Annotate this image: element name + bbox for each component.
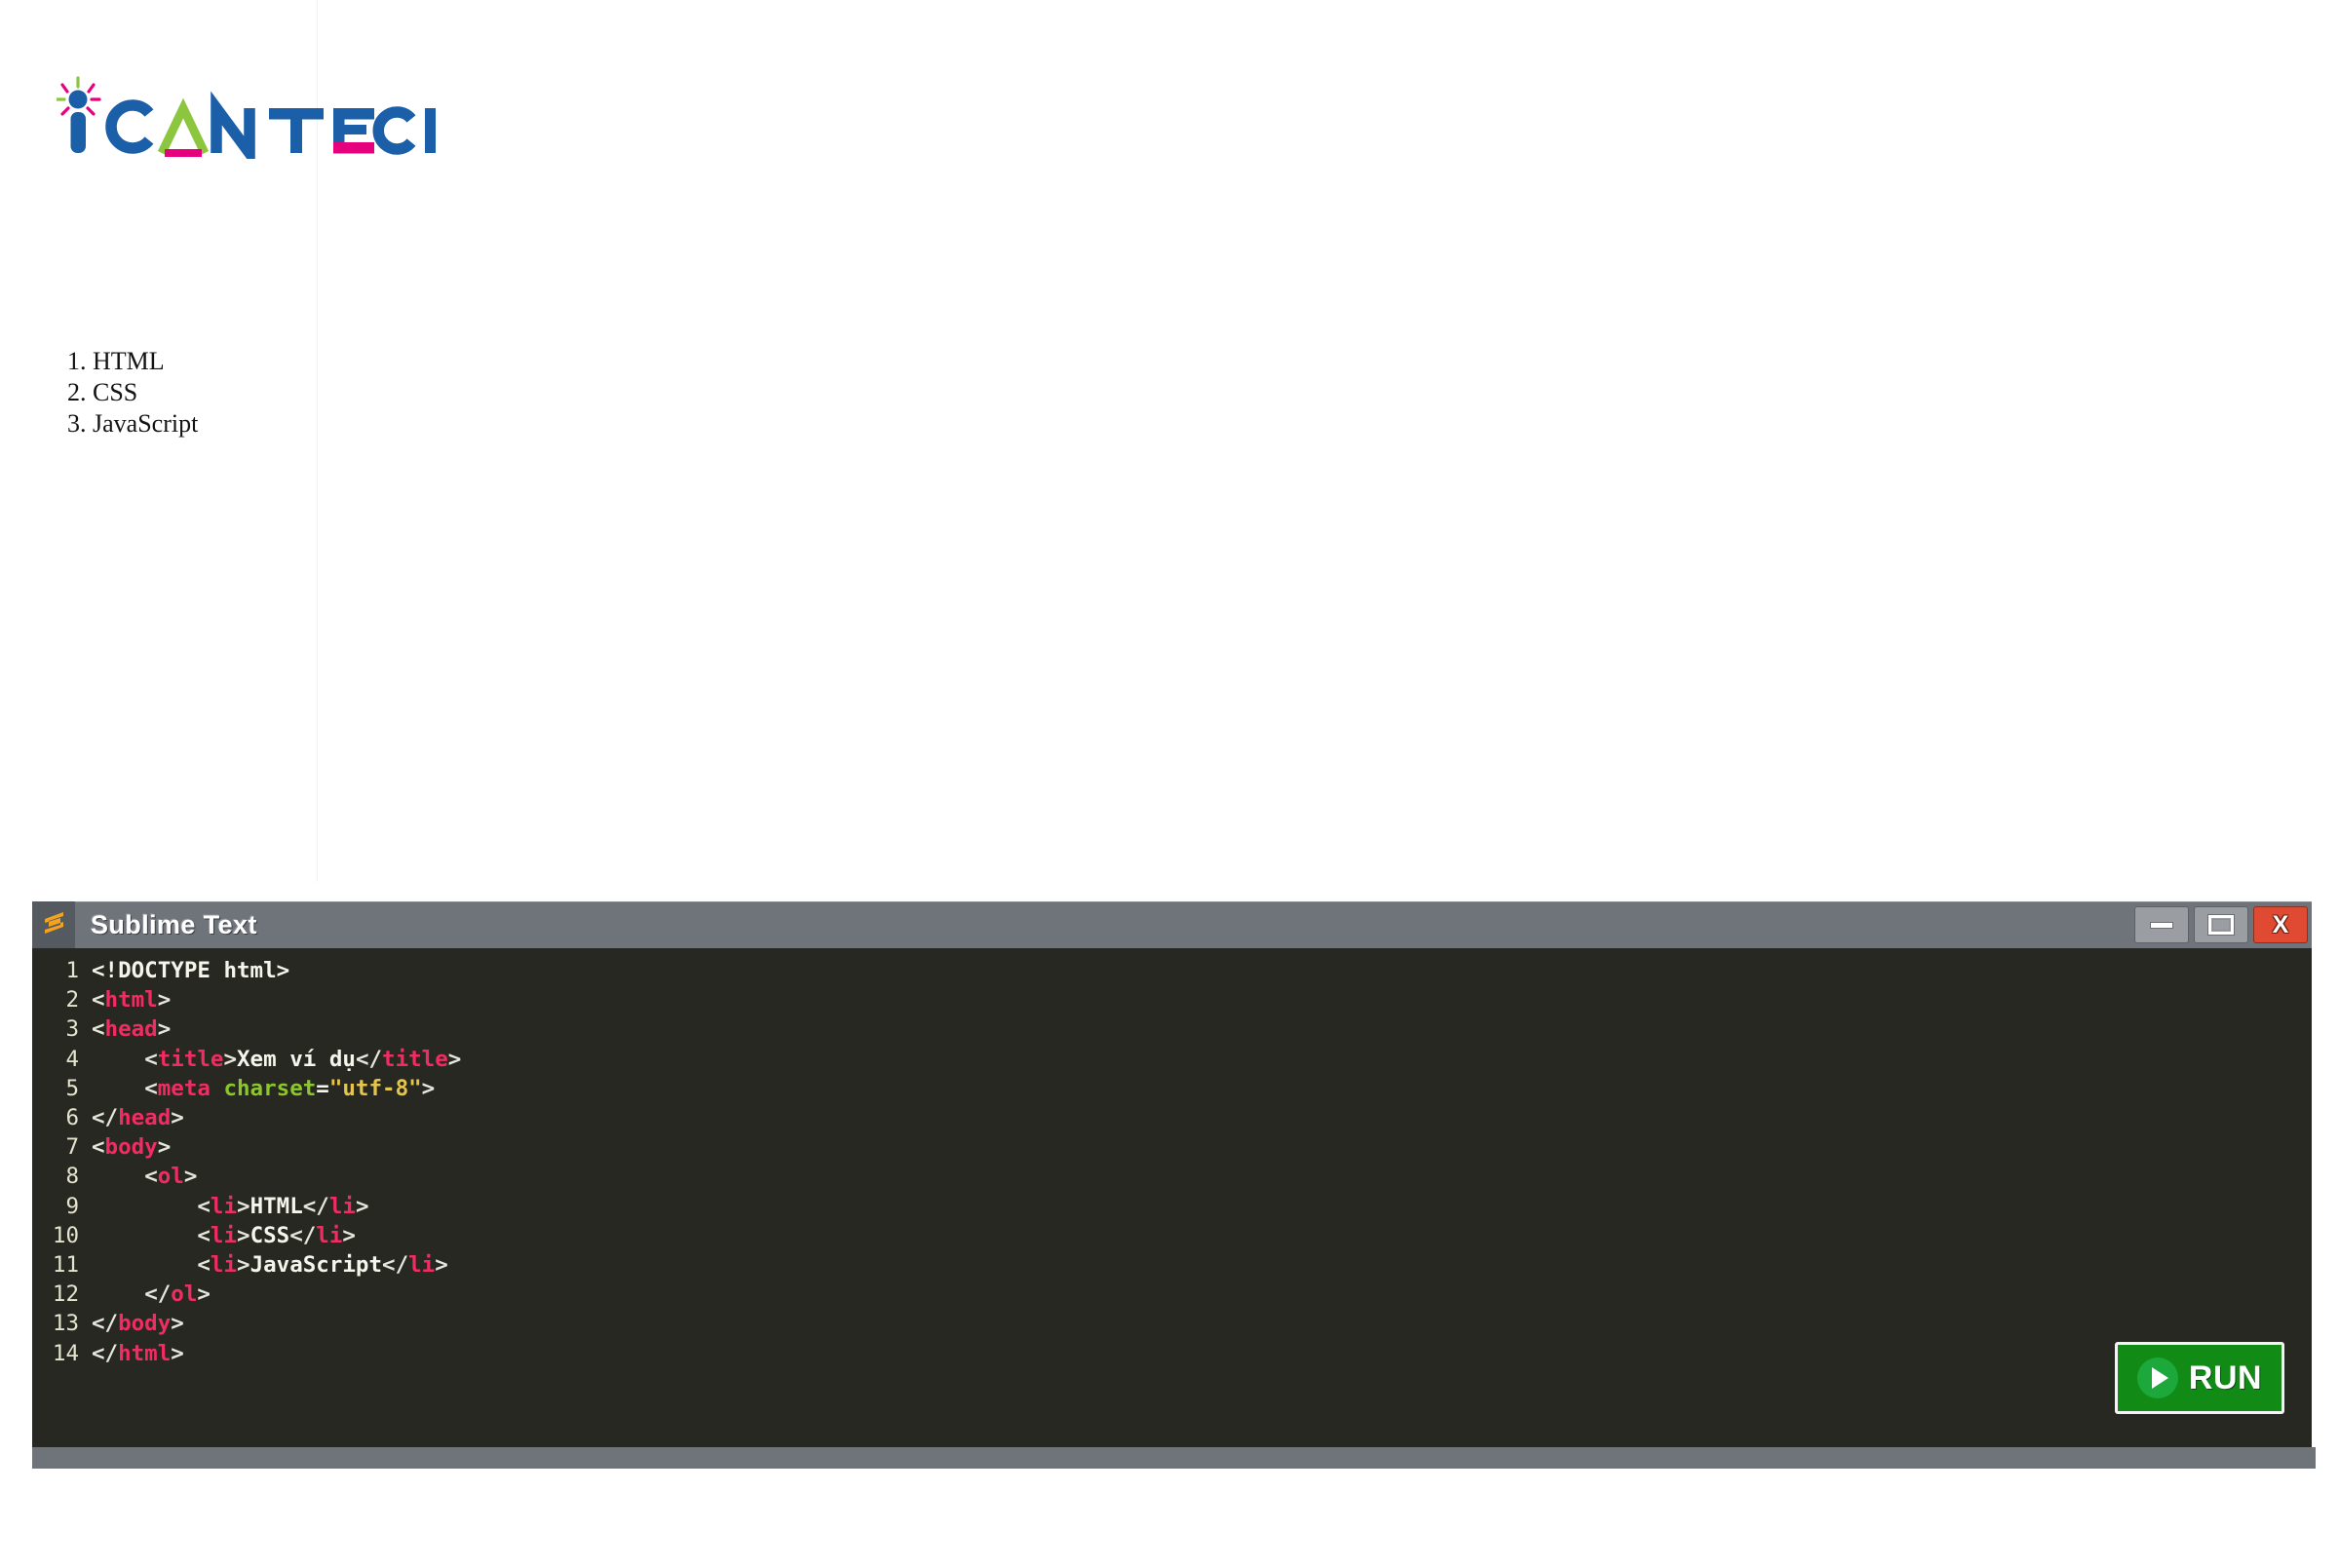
code-line: 7 <body> xyxy=(32,1132,2312,1162)
code-line: 12 </ol> xyxy=(32,1280,2312,1309)
line-number: 14 xyxy=(52,1340,79,1366)
code-text: <ol> xyxy=(144,1164,198,1190)
code-line: 8 <ol> xyxy=(32,1162,2312,1191)
window-title-bar[interactable]: Sublime Text X xyxy=(32,901,2312,948)
code-line: 3 <head> xyxy=(32,1014,2312,1044)
code-text: <html> xyxy=(92,987,172,1013)
code-line: 11 <li>JavaScript</li> xyxy=(32,1250,2312,1280)
code-line: 2 <html> xyxy=(32,985,2312,1014)
window-controls: X xyxy=(2134,906,2308,943)
minimize-button[interactable] xyxy=(2134,906,2189,943)
code-text: <title>Xem ví dụ</title> xyxy=(144,1046,462,1072)
preview-ordered-list: HTML CSS JavaScript xyxy=(54,346,198,440)
code-line: 5 <meta charset="utf-8"> xyxy=(32,1074,2312,1103)
line-number: 13 xyxy=(52,1311,79,1337)
list-item: JavaScript xyxy=(93,408,198,440)
sublime-text-window: Sublime Text X 1 <!DOCTYPE html> 2 <html> 3 <… xyxy=(32,901,2312,1469)
line-number: 4 xyxy=(65,1046,79,1072)
code-line: 9 <li>HTML</li> xyxy=(32,1192,2312,1221)
code-text: <!DOCTYPE html> xyxy=(92,958,290,983)
code-text: </head> xyxy=(92,1105,184,1131)
line-number: 9 xyxy=(65,1193,79,1219)
line-number: 2 xyxy=(65,987,79,1013)
close-button[interactable]: X xyxy=(2253,906,2308,943)
line-number: 8 xyxy=(65,1164,79,1190)
minimize-icon xyxy=(2150,921,2173,929)
code-line: 10 <li>CSS</li> xyxy=(32,1221,2312,1250)
line-number: 7 xyxy=(65,1134,79,1161)
line-number: 12 xyxy=(52,1281,79,1308)
list-item: CSS xyxy=(93,377,198,408)
code-line: 4 <title>Xem ví dụ</title> xyxy=(32,1045,2312,1074)
window-title: Sublime Text xyxy=(91,909,257,939)
ican-tech-logo xyxy=(55,76,446,171)
code-text: </ol> xyxy=(144,1281,211,1308)
code-editor[interactable]: 1 <!DOCTYPE html> 2 <html> 3 <head> 4 <title>X… xyxy=(32,948,2312,1439)
run-button[interactable]: RUN xyxy=(2115,1342,2284,1414)
close-icon: X xyxy=(2272,910,2289,938)
list-item: HTML xyxy=(93,346,198,377)
code-line: 14 </html> xyxy=(32,1339,2312,1368)
code-text: <head> xyxy=(92,1016,172,1043)
line-number: 11 xyxy=(52,1252,79,1279)
code-text: </body> xyxy=(92,1311,184,1337)
maximize-icon xyxy=(2207,914,2235,936)
code-text: <li>CSS</li> xyxy=(197,1222,356,1248)
code-text: </html> xyxy=(92,1340,184,1366)
code-text: <meta charset="utf-8"> xyxy=(144,1075,436,1101)
code-line: 6 </head> xyxy=(32,1103,2312,1132)
play-icon xyxy=(2136,1358,2178,1398)
maximize-button[interactable] xyxy=(2194,906,2248,943)
line-number: 3 xyxy=(65,1016,79,1043)
code-text: <li>HTML</li> xyxy=(197,1193,369,1219)
code-line: 1 <!DOCTYPE html> xyxy=(32,956,2312,985)
run-button-label: RUN xyxy=(2188,1358,2263,1396)
sublime-s-icon-svg xyxy=(45,912,63,934)
code-lines-container: 1 <!DOCTYPE html> 2 <html> 3 <head> 4 <title>X… xyxy=(32,956,2312,1368)
window-status-bar xyxy=(32,1447,2316,1469)
code-text: <li>JavaScript</li> xyxy=(197,1252,448,1279)
code-line: 13 </body> xyxy=(32,1309,2312,1338)
line-number: 5 xyxy=(65,1075,79,1101)
line-number: 1 xyxy=(65,958,79,983)
sublime-s-icon xyxy=(32,901,75,948)
ican-tech-logo-svg xyxy=(55,76,436,171)
line-number: 6 xyxy=(65,1105,79,1131)
code-text: <body> xyxy=(92,1134,172,1161)
line-number: 10 xyxy=(52,1222,79,1248)
